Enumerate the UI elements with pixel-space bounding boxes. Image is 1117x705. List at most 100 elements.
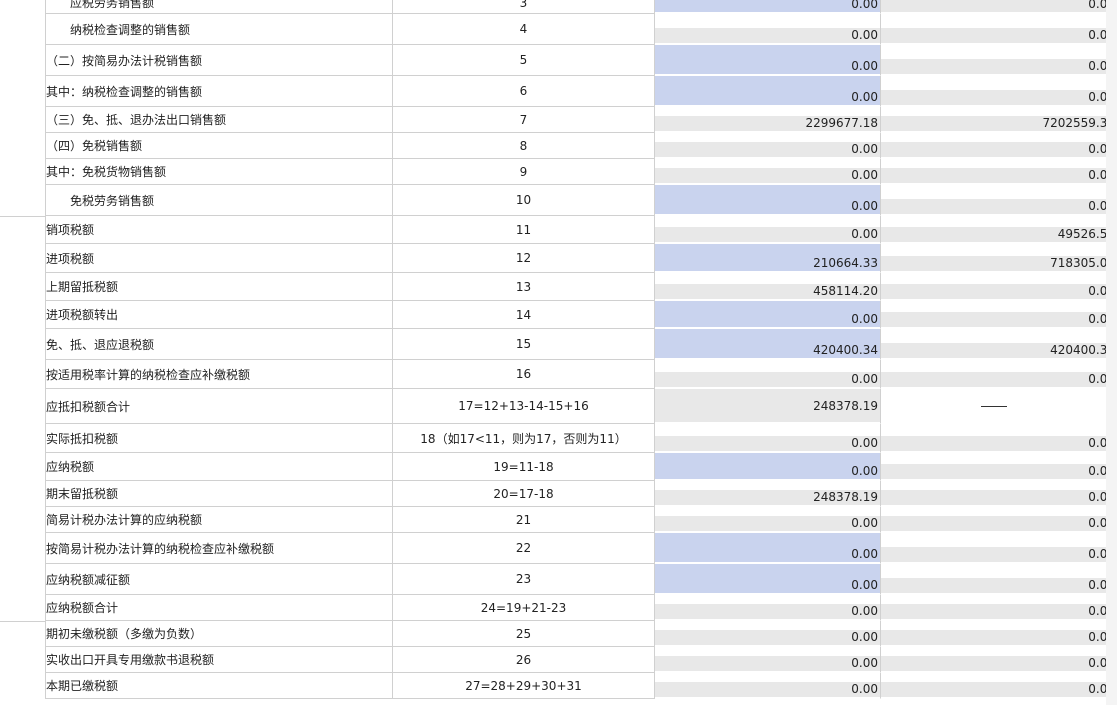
current-period-amount-input[interactable]: 0.00 bbox=[655, 28, 880, 43]
year-to-date-amount-input[interactable]: 0.00 bbox=[881, 90, 1117, 105]
year-to-date-amount-cell[interactable]: 0.00 bbox=[881, 595, 1117, 621]
current-period-amount-input[interactable]: 248378.19 bbox=[655, 389, 880, 422]
current-period-amount-input[interactable]: 210664.33 bbox=[655, 244, 880, 271]
current-period-amount-input[interactable]: 458114.20 bbox=[655, 284, 880, 299]
year-to-date-amount-input[interactable]: 0.00 bbox=[881, 28, 1117, 43]
year-to-date-amount-cell[interactable]: 0.00 bbox=[881, 453, 1117, 481]
current-period-amount-input[interactable]: 0.00 bbox=[655, 564, 880, 593]
year-to-date-amount-input[interactable]: 0.00 bbox=[881, 630, 1117, 645]
year-to-date-amount-input[interactable]: 0.00 bbox=[881, 547, 1117, 562]
year-to-date-amount-cell[interactable]: 0.00 bbox=[881, 185, 1117, 216]
current-period-amount-input[interactable]: 0.00 bbox=[655, 0, 880, 12]
year-to-date-amount-cell[interactable]: 0.00 bbox=[881, 76, 1117, 107]
current-period-amount-input[interactable]: 0.00 bbox=[655, 656, 880, 671]
current-period-amount-cell[interactable]: 458114.20 bbox=[655, 273, 881, 301]
current-period-amount-input[interactable]: 0.00 bbox=[655, 301, 880, 327]
current-period-amount-input[interactable]: 0.00 bbox=[655, 227, 880, 242]
year-to-date-amount-cell[interactable]: 0.00 bbox=[881, 14, 1117, 45]
current-period-amount-cell[interactable]: 420400.34 bbox=[655, 329, 881, 360]
year-to-date-amount-input[interactable]: 0.00 bbox=[881, 436, 1117, 451]
year-to-date-amount-cell[interactable]: 0.00 bbox=[881, 564, 1117, 595]
year-to-date-amount-cell[interactable]: 0.00 bbox=[881, 360, 1117, 389]
current-period-amount-cell[interactable]: 248378.19 bbox=[655, 389, 881, 424]
current-period-amount-cell[interactable]: 0.00 bbox=[655, 647, 881, 673]
year-to-date-amount-cell[interactable]: 0.00 bbox=[881, 45, 1117, 76]
current-period-amount-input[interactable]: 0.00 bbox=[655, 45, 880, 74]
current-period-amount-cell[interactable]: 0.00 bbox=[655, 564, 881, 595]
year-to-date-amount-cell[interactable]: 0.00 bbox=[881, 159, 1117, 185]
current-period-amount-input[interactable]: 0.00 bbox=[655, 533, 880, 562]
current-period-amount-input[interactable]: 248378.19 bbox=[655, 490, 880, 505]
current-period-amount-cell[interactable]: 248378.19 bbox=[655, 481, 881, 507]
year-to-date-amount-input[interactable]: 0.00 bbox=[881, 0, 1117, 12]
year-to-date-amount-cell[interactable]: 0.00 bbox=[881, 507, 1117, 533]
current-period-amount-cell[interactable]: 0.00 bbox=[655, 301, 881, 329]
current-period-amount-cell[interactable]: 0.00 bbox=[655, 14, 881, 45]
year-to-date-amount-input[interactable]: 49526.55 bbox=[881, 227, 1117, 242]
year-to-date-amount-input[interactable]: 0.00 bbox=[881, 656, 1117, 671]
current-period-amount-cell[interactable]: 0.00 bbox=[655, 360, 881, 389]
current-period-amount-cell[interactable]: 0.00 bbox=[655, 453, 881, 481]
current-period-amount-cell[interactable]: 0.00 bbox=[655, 76, 881, 107]
year-to-date-amount-cell[interactable]: 0.00 bbox=[881, 673, 1117, 699]
year-to-date-amount-input[interactable]: 0.00 bbox=[881, 516, 1117, 531]
current-period-amount-input[interactable]: 0.00 bbox=[655, 436, 880, 451]
current-period-amount-input[interactable]: 0.00 bbox=[655, 453, 880, 479]
current-period-amount-input[interactable]: 0.00 bbox=[655, 604, 880, 619]
current-period-amount-input[interactable]: 0.00 bbox=[655, 682, 880, 697]
year-to-date-amount-input[interactable]: 0.00 bbox=[881, 578, 1117, 593]
year-to-date-amount-cell[interactable]: 0.00 bbox=[881, 0, 1117, 14]
year-to-date-amount-input[interactable]: 0.00 bbox=[881, 168, 1117, 183]
current-period-amount-input[interactable]: 0.00 bbox=[655, 142, 880, 157]
year-to-date-amount-input[interactable]: 0.00 bbox=[881, 464, 1117, 479]
year-to-date-amount-cell[interactable]: 420400.34 bbox=[881, 329, 1117, 360]
year-to-date-amount-input[interactable]: 0.00 bbox=[881, 59, 1117, 74]
current-period-amount-cell[interactable]: 0.00 bbox=[655, 216, 881, 244]
current-period-amount-input[interactable]: 0.00 bbox=[655, 168, 880, 183]
current-period-amount-input[interactable]: 0.00 bbox=[655, 76, 880, 105]
row-label: 进项税额转出 bbox=[46, 308, 119, 322]
year-to-date-amount-input[interactable]: 0.00 bbox=[881, 142, 1117, 157]
current-period-amount-cell[interactable]: 0.00 bbox=[655, 0, 881, 14]
current-period-amount-cell[interactable]: 0.00 bbox=[655, 533, 881, 564]
current-period-amount-cell[interactable]: 0.00 bbox=[655, 159, 881, 185]
current-period-amount-cell[interactable]: 0.00 bbox=[655, 673, 881, 699]
current-period-amount-cell[interactable]: 0.00 bbox=[655, 424, 881, 453]
current-period-amount-cell[interactable]: 0.00 bbox=[655, 507, 881, 533]
year-to-date-amount-input[interactable]: 718305.08 bbox=[881, 256, 1117, 271]
year-to-date-amount-cell[interactable]: 718305.08 bbox=[881, 244, 1117, 273]
year-to-date-amount-cell[interactable]: 0.00 bbox=[881, 621, 1117, 647]
current-period-amount-cell[interactable]: 2299677.18 bbox=[655, 107, 881, 133]
year-to-date-amount-cell[interactable]: 0.00 bbox=[881, 273, 1117, 301]
current-period-amount-cell[interactable]: 0.00 bbox=[655, 595, 881, 621]
year-to-date-amount-input[interactable]: 0.00 bbox=[881, 490, 1117, 505]
current-period-amount-input[interactable]: 2299677.18 bbox=[655, 116, 880, 131]
current-period-amount-cell[interactable]: 210664.33 bbox=[655, 244, 881, 273]
current-period-amount-input[interactable]: 0.00 bbox=[655, 372, 880, 387]
year-to-date-amount-cell[interactable]: 0.00 bbox=[881, 533, 1117, 564]
year-to-date-amount-input[interactable]: 0.00 bbox=[881, 372, 1117, 387]
current-period-amount-cell[interactable]: 0.00 bbox=[655, 133, 881, 159]
current-period-amount-cell[interactable]: 0.00 bbox=[655, 185, 881, 216]
year-to-date-amount-input[interactable]: 0.00 bbox=[881, 682, 1117, 697]
year-to-date-amount-input[interactable]: 7202559.30 bbox=[881, 116, 1117, 131]
year-to-date-amount-input[interactable]: 0.00 bbox=[881, 312, 1117, 327]
current-period-amount-input[interactable]: 0.00 bbox=[655, 516, 880, 531]
scrollbar-track[interactable] bbox=[1106, 0, 1117, 705]
year-to-date-amount-cell[interactable]: 0.00 bbox=[881, 301, 1117, 329]
current-period-amount-cell[interactable]: 0.00 bbox=[655, 45, 881, 76]
year-to-date-amount-input[interactable]: 420400.34 bbox=[881, 343, 1117, 358]
current-period-amount-input[interactable]: 0.00 bbox=[655, 630, 880, 645]
year-to-date-amount-cell[interactable]: 0.00 bbox=[881, 133, 1117, 159]
year-to-date-amount-cell[interactable]: 0.00 bbox=[881, 481, 1117, 507]
year-to-date-amount-input[interactable]: 0.00 bbox=[881, 284, 1117, 299]
current-period-amount-input[interactable]: 420400.34 bbox=[655, 329, 880, 358]
year-to-date-amount-cell[interactable]: 0.00 bbox=[881, 647, 1117, 673]
current-period-amount-input[interactable]: 0.00 bbox=[655, 185, 880, 214]
year-to-date-amount-input[interactable]: 0.00 bbox=[881, 199, 1117, 214]
year-to-date-amount-input[interactable]: 0.00 bbox=[881, 604, 1117, 619]
year-to-date-amount-cell[interactable]: 0.00 bbox=[881, 424, 1117, 453]
year-to-date-amount-cell[interactable]: 7202559.30 bbox=[881, 107, 1117, 133]
current-period-amount-cell[interactable]: 0.00 bbox=[655, 621, 881, 647]
year-to-date-amount-cell[interactable]: 49526.55 bbox=[881, 216, 1117, 244]
